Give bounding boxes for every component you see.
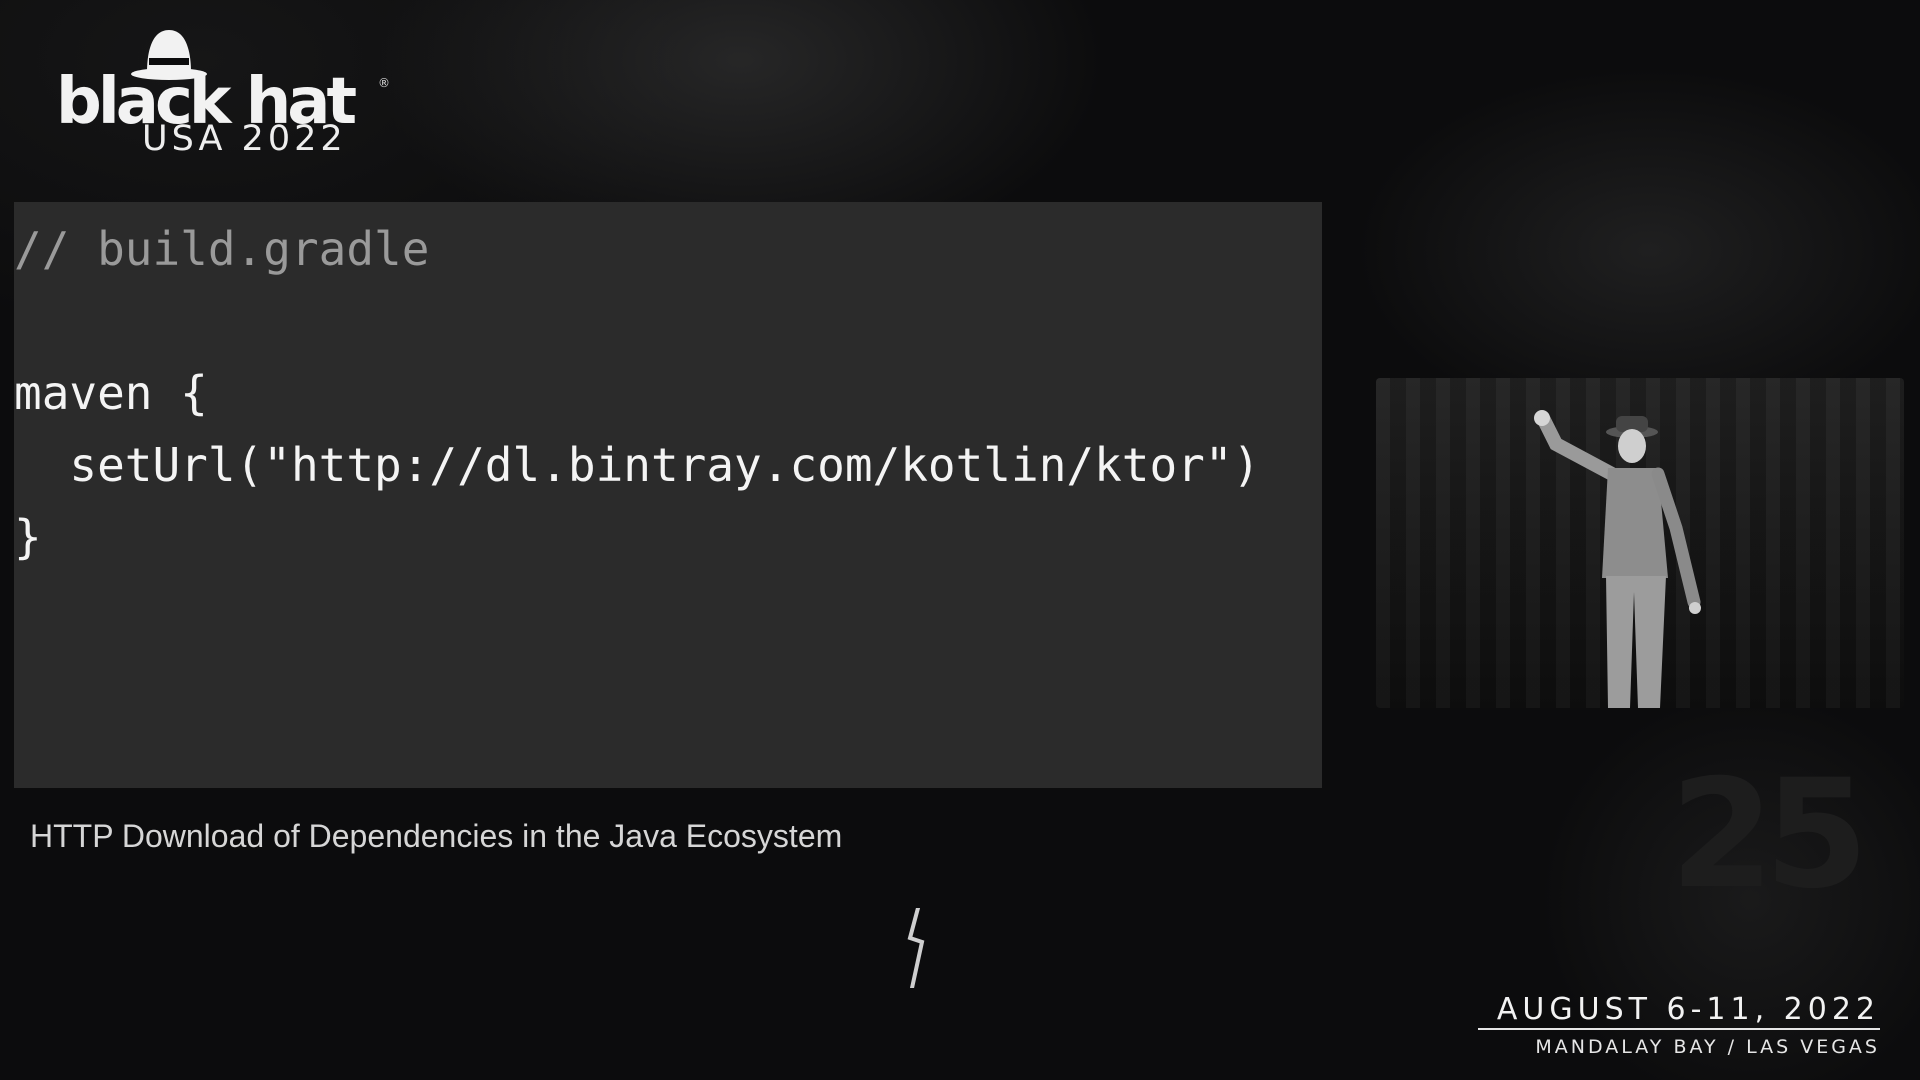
speaker-figure <box>1534 410 1701 708</box>
code-line-seturl: setUrl("http://dl.bintray.com/kotlin/kto… <box>14 438 1261 492</box>
brand-edition: USA 2022 <box>142 119 347 159</box>
registered-mark: ® <box>378 76 390 90</box>
event-venue: MANDALAY BAY / LAS VEGAS <box>1535 1036 1880 1058</box>
black-hat-logo: black hat ® USA 2022 <box>56 24 396 164</box>
presentation-stage: black hat ® USA 2022 // build.gradle mav… <box>0 0 1920 1080</box>
slide-caption: HTTP Download of Dependencies in the Jav… <box>30 818 843 854</box>
anniversary-watermark: 25 <box>1670 748 1869 922</box>
code-line-maven-close: } <box>14 510 42 564</box>
event-divider <box>1478 1028 1880 1030</box>
event-dates: AUGUST 6-11, 2022 <box>1496 992 1880 1027</box>
speaker-video <box>1376 378 1904 708</box>
code-slide-panel: // build.gradle maven { setUrl("http://d… <box>14 202 1322 788</box>
code-line-maven-open: maven { <box>14 366 208 420</box>
code-line-comment: // build.gradle <box>14 222 430 276</box>
lightning-spark-icon <box>907 908 925 988</box>
